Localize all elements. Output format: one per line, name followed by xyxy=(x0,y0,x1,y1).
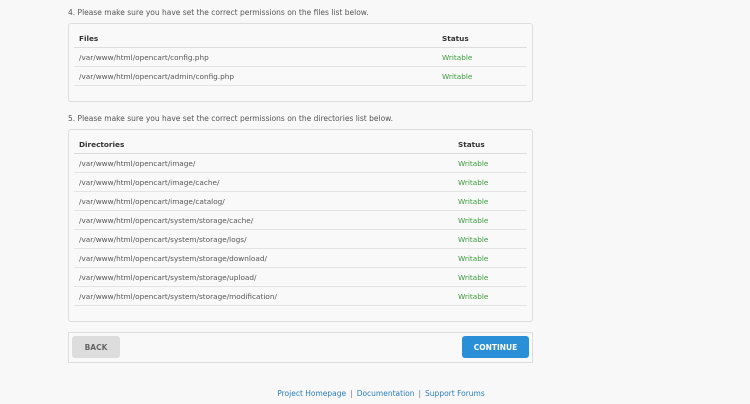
status-header: Status xyxy=(437,29,527,48)
status-cell: Writable xyxy=(453,248,527,268)
table-row: /var/www/html/opencart/system/storage/lo… xyxy=(74,229,527,249)
path-cell: /var/www/html/opencart/image/ xyxy=(74,153,453,173)
separator: | xyxy=(418,389,422,398)
directories-panel: Directories Status /var/www/html/opencart… xyxy=(68,129,533,322)
status-cell: Writable xyxy=(453,286,527,306)
status-cell: Writable xyxy=(453,267,527,287)
files-table: Files Status /var/www/html/opencart/confi… xyxy=(74,29,527,86)
status-cell: Writable xyxy=(453,191,527,211)
table-row: /var/www/html/opencart/image/Writable xyxy=(74,153,527,173)
table-row: /var/www/html/opencart/config.php Writabl… xyxy=(74,47,527,67)
table-row: /var/www/html/opencart/system/storage/mo… xyxy=(74,286,527,306)
files-note: 4. Please make sure you have set the cor… xyxy=(68,8,369,17)
status-cell: Writable xyxy=(437,66,527,86)
table-row: /var/www/html/opencart/system/storage/up… xyxy=(74,267,527,287)
directories-table: Directories Status /var/www/html/opencart… xyxy=(74,135,527,306)
separator: | xyxy=(350,389,353,398)
button-bar: BACK CONTINUE xyxy=(68,332,533,363)
status-cell: Writable xyxy=(453,172,527,192)
path-cell: /var/www/html/opencart/system/storage/ca… xyxy=(74,210,453,230)
path-cell: /var/www/html/opencart/image/cache/ xyxy=(74,172,453,192)
status-cell: Writable xyxy=(437,47,527,67)
path-cell: /var/www/html/opencart/admin/config.php xyxy=(74,66,437,86)
status-header: Status xyxy=(453,135,527,154)
table-row: /var/www/html/opencart/system/storage/do… xyxy=(74,248,527,268)
dirs-note: 5. Please make sure you have set the cor… xyxy=(68,114,393,123)
files-panel: Files Status /var/www/html/opencart/confi… xyxy=(68,23,533,102)
status-cell: Writable xyxy=(453,210,527,230)
support-forums-link[interactable]: Support Forums xyxy=(425,389,485,398)
path-cell: /var/www/html/opencart/config.php xyxy=(74,47,437,67)
status-cell: Writable xyxy=(453,153,527,173)
status-cell: Writable xyxy=(453,229,527,249)
project-homepage-link[interactable]: Project Homepage xyxy=(277,389,346,398)
footer: Project Homepage | Documentation | Support F… xyxy=(0,389,750,398)
continue-button[interactable]: CONTINUE xyxy=(462,336,529,358)
path-cell: /var/www/html/opencart/system/storage/do… xyxy=(74,248,453,268)
path-cell: /var/www/html/opencart/system/storage/mo… xyxy=(74,286,453,306)
table-row: /var/www/html/opencart/system/storage/ca… xyxy=(74,210,527,230)
table-row: /var/www/html/opencart/admin/config.php W… xyxy=(74,66,527,86)
documentation-link[interactable]: Documentation xyxy=(357,389,415,398)
directories-header: Directories xyxy=(74,135,453,154)
path-cell: /var/www/html/opencart/image/catalog/ xyxy=(74,191,453,211)
path-cell: /var/www/html/opencart/system/storage/lo… xyxy=(74,229,453,249)
back-button[interactable]: BACK xyxy=(72,336,120,358)
path-cell: /var/www/html/opencart/system/storage/up… xyxy=(74,267,453,287)
table-row: /var/www/html/opencart/image/catalog/Wri… xyxy=(74,191,527,211)
table-row: /var/www/html/opencart/image/cache/Writa… xyxy=(74,172,527,192)
files-header: Files xyxy=(74,29,437,48)
